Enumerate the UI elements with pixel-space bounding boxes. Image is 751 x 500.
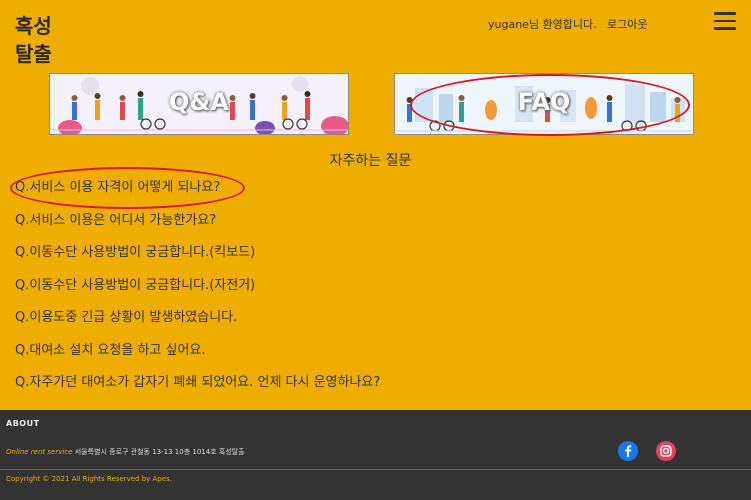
faq-banner[interactable]: FAQ	[394, 73, 694, 135]
logo-line-1: 혹성	[15, 14, 52, 38]
faq-section-title: 자주하는 질문	[329, 153, 412, 169]
logo-line-2: 탈출	[15, 42, 52, 66]
footer-address-text: 서울특별시 종로구 관철동 13-13 10층 1014호 혹성탈출	[72, 448, 245, 456]
footer-copyright: Copyright © 2021 All Rights Reserved by …	[6, 475, 172, 483]
qna-banner[interactable]: Q&A	[49, 73, 349, 135]
site-logo[interactable]: 혹성 탈출	[15, 12, 52, 68]
faq-question-5[interactable]: Q.이용도중 긴급 상황이 발생하였습니다.	[15, 308, 380, 341]
faq-question-2[interactable]: Q.서비스 이용은 어디서 가능한가요?	[15, 211, 380, 244]
logout-link[interactable]: 로그아웃	[607, 16, 647, 32]
faq-question-7[interactable]: Q.자주가던 대여소가 갑자기 폐쇄 되었어요. 언제 다시 운영하나요?	[15, 373, 380, 406]
footer-address: Online rent service 서울특별시 종로구 관철동 13-13 …	[6, 447, 245, 457]
welcome-message: yugane님 환영합니다.	[488, 18, 597, 31]
faq-question-1[interactable]: Q.서비스 이용 자격이 어떻게 되나요?	[15, 178, 380, 211]
qna-banner-label: Q&A	[169, 88, 229, 116]
hamburger-menu-icon[interactable]	[714, 12, 736, 30]
footer-brand: Online rent service	[6, 448, 73, 456]
faq-question-4[interactable]: Q.이동수단 사용방법이 궁금합니다.(자전거)	[15, 276, 380, 309]
footer-divider	[0, 469, 751, 470]
site-footer: ABOUT Online rent service 서울특별시 종로구 관철동 …	[0, 410, 751, 500]
faq-question-3[interactable]: Q.이동수단 사용방법이 궁금합니다.(킥보드)	[15, 243, 380, 276]
instagram-icon[interactable]	[656, 441, 676, 461]
facebook-icon[interactable]	[618, 441, 638, 461]
faq-question-list: Q.서비스 이용 자격이 어떻게 되나요? Q.서비스 이용은 어디서 가능한가…	[15, 178, 380, 406]
faq-banner-label: FAQ	[517, 88, 571, 116]
faq-question-6[interactable]: Q.대여소 설치 요청을 하고 싶어요.	[15, 341, 380, 374]
footer-about-heading: ABOUT	[6, 419, 40, 428]
